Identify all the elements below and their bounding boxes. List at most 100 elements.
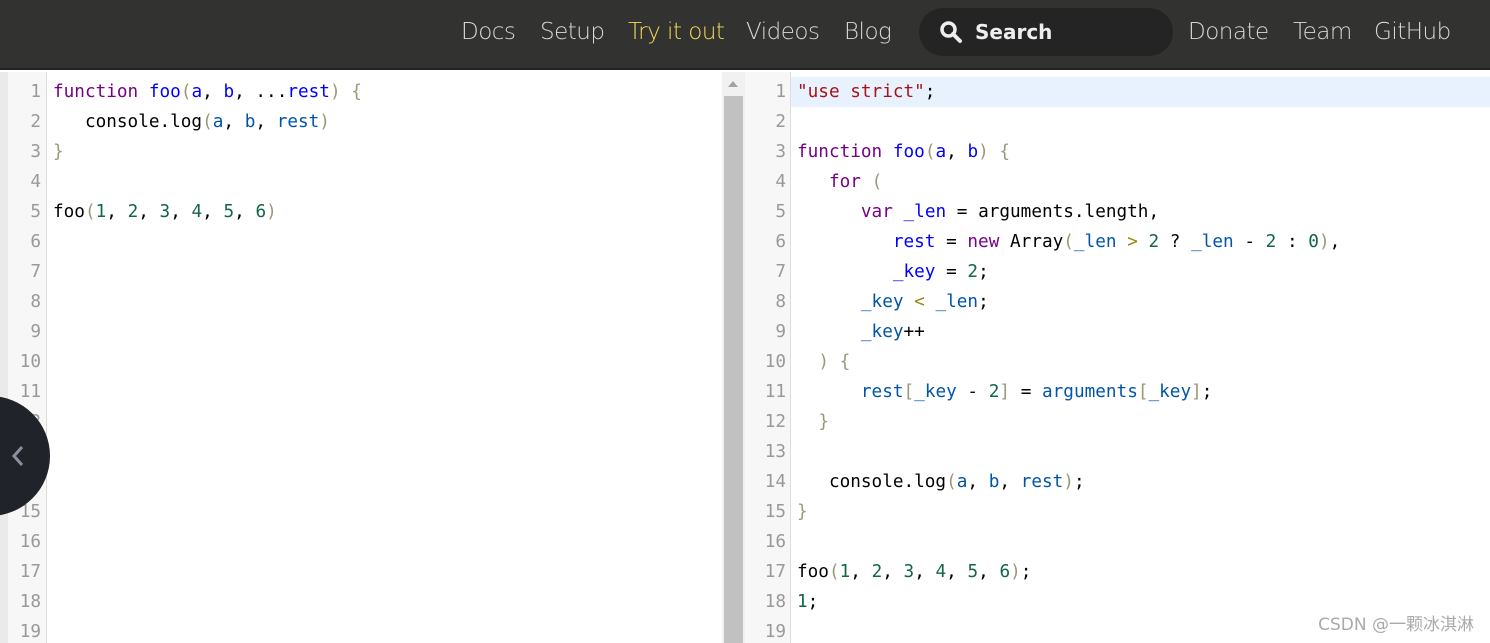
code-token: ) — [1010, 562, 1021, 582]
code-token: : — [1276, 232, 1309, 252]
line-number: 5 — [775, 202, 786, 222]
code-token: ( — [1063, 232, 1074, 252]
input-code-editor[interactable]: 12345678910111213141516171819function fo… — [0, 72, 722, 643]
code-token: ; — [978, 262, 989, 282]
code-line: console.log(a, b, rest) — [53, 107, 330, 137]
code-line: for ( — [797, 167, 882, 197]
code-token: , — [967, 472, 989, 492]
line-number: 10 — [764, 352, 786, 372]
code-line: rest[_key - 2] = arguments[_key]; — [797, 377, 1213, 407]
code-token: ; — [1020, 562, 1032, 582]
nav-setup[interactable]: Setup — [540, 19, 605, 45]
code-line: _key = 2; — [797, 257, 989, 287]
code-token: ; — [1073, 472, 1085, 492]
code-token: ) — [266, 202, 277, 222]
code-token: a — [956, 472, 968, 492]
code-token: ( — [946, 472, 957, 492]
code-token: _len — [935, 292, 979, 312]
code-line: foo(1, 2, 3, 4, 5, 6); — [797, 557, 1031, 587]
code-line: "use strict"; — [797, 77, 935, 107]
code-token: rest — [892, 232, 936, 252]
nav-docs[interactable]: Docs — [461, 19, 516, 45]
line-number: 1 — [30, 82, 41, 102]
code-token: ] — [1191, 382, 1202, 402]
nav-try-it-out[interactable]: Try it out — [628, 19, 725, 45]
line-number: 6 — [30, 232, 41, 252]
nav-donate[interactable]: Donate — [1188, 19, 1269, 45]
search-input[interactable]: Search — [919, 8, 1173, 56]
line-number: 15 — [764, 502, 786, 522]
code-token: 4 — [935, 562, 947, 582]
code-token: 2 — [127, 202, 139, 222]
line-number: 17 — [19, 562, 41, 582]
code-token: 1 — [95, 202, 107, 222]
code-token: ++ — [903, 322, 925, 342]
code-token: 2 — [1148, 232, 1160, 252]
chevron-left-icon — [11, 446, 24, 466]
code-token: [ — [1137, 382, 1149, 402]
code-token: _key — [860, 322, 904, 342]
output-code-editor[interactable]: 1 2 3 4 5 6 7 8 9 10 11 12 13 14 15 16 17 18 19 "use strict… — [745, 72, 1490, 643]
line-number: 16 — [764, 532, 786, 552]
code-token: _key — [892, 262, 936, 282]
scroll-up-arrow-icon[interactable] — [728, 81, 738, 87]
code-token: , — [946, 562, 968, 582]
nav-github[interactable]: GitHub — [1374, 19, 1451, 45]
search-label: Search — [975, 20, 1053, 44]
code-token: > — [1127, 232, 1138, 252]
scrollbar[interactable] — [722, 72, 745, 643]
code-line: } — [797, 407, 829, 437]
code-token: ( — [84, 202, 96, 222]
line-number: 9 — [775, 322, 786, 342]
code-token: ( — [180, 82, 192, 102]
code-token: , — [1329, 232, 1341, 252]
code-token: ; — [924, 82, 936, 102]
code-line: var _len = arguments.length, — [797, 197, 1159, 227]
code-token: console.log — [53, 112, 203, 132]
code-token: rest — [1020, 472, 1064, 492]
code-token: Array — [999, 232, 1064, 252]
code-token: [ — [903, 382, 915, 402]
code-token: , — [138, 202, 160, 222]
nav-team[interactable]: Team — [1293, 19, 1352, 45]
code-line: _key++ — [797, 317, 925, 347]
line-number: 7 — [775, 262, 786, 282]
code-token: foo — [797, 562, 829, 582]
code-token: 3 — [159, 202, 171, 222]
code-token: ] — [999, 382, 1011, 402]
code-token: 2 — [988, 382, 1000, 402]
line-number: 11 — [764, 382, 786, 402]
line-number: 7 — [30, 262, 41, 282]
nav-blog[interactable]: Blog — [844, 19, 892, 45]
code-token: , — [255, 112, 277, 132]
code-line: 1; — [797, 587, 818, 617]
code-token: ) — [978, 142, 989, 162]
code-token: 6 — [255, 202, 267, 222]
code-line: ) { — [797, 347, 850, 377]
code-token: 1 — [839, 562, 851, 582]
line-number: 2 — [775, 112, 786, 132]
scrollbar-thumb[interactable] — [724, 96, 743, 643]
code-token: { — [351, 82, 362, 102]
code-token: , — [202, 202, 224, 222]
code-token: 2 — [1265, 232, 1277, 252]
code-token: } — [818, 412, 829, 432]
code-token: 6 — [999, 562, 1011, 582]
code-token: } — [797, 502, 808, 522]
nav-videos[interactable]: Videos — [746, 19, 820, 45]
code-token: , — [202, 82, 224, 102]
line-number: 4 — [775, 172, 786, 192]
line-number: 4 — [30, 172, 41, 192]
code-token: 2 — [871, 562, 883, 582]
